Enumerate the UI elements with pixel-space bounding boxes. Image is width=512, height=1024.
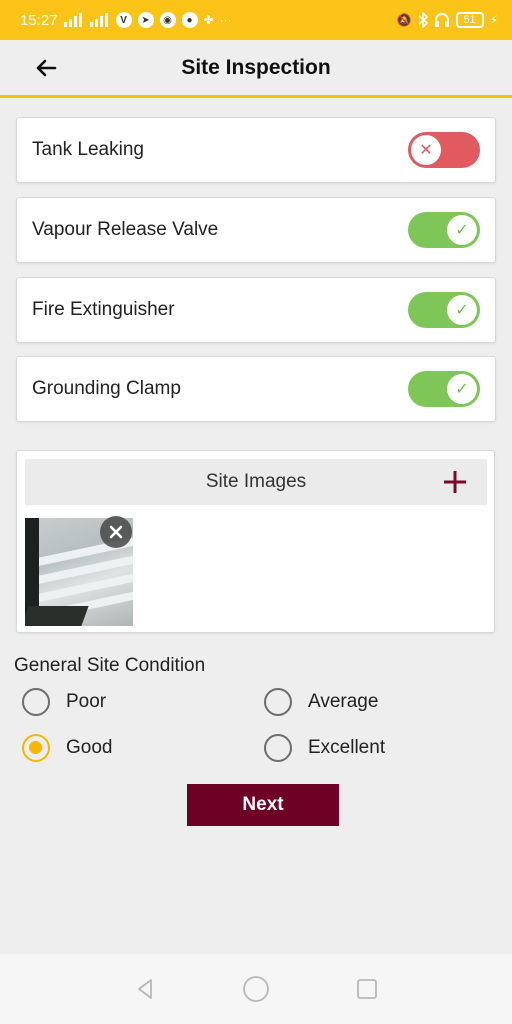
app-header: Site Inspection bbox=[0, 40, 512, 98]
toggle-label: Vapour Release Valve bbox=[32, 219, 219, 240]
battery-icon: 51 bbox=[455, 12, 484, 28]
fire-extinguisher-switch[interactable]: ✓ bbox=[408, 292, 480, 328]
chrome-icon: ● bbox=[181, 12, 198, 28]
grounding-clamp-switch[interactable]: ✓ bbox=[408, 371, 480, 407]
slack-icon: ✤ bbox=[203, 13, 214, 27]
check-icon: ✓ bbox=[447, 374, 477, 404]
status-right: 🔕 51 ⚡ bbox=[397, 12, 498, 28]
radio-label: Poor bbox=[66, 691, 107, 712]
headphones-icon bbox=[434, 12, 450, 28]
system-nav-bar bbox=[0, 954, 512, 1024]
circle-home-icon bbox=[243, 976, 269, 1002]
next-button[interactable]: Next bbox=[187, 784, 339, 826]
page-title: Site Inspection bbox=[181, 55, 331, 79]
status-left: 15:27 V ➤ ◉ ● ✤ ··· bbox=[20, 12, 232, 29]
radio-label: Average bbox=[308, 691, 379, 712]
site-images-title: Site Images bbox=[205, 471, 307, 492]
discord-icon: ◉ bbox=[159, 12, 176, 28]
radio-label: Excellent bbox=[308, 737, 386, 758]
arrow-left-icon bbox=[36, 59, 57, 77]
site-images-header: Site Images bbox=[25, 459, 487, 505]
radio-button[interactable] bbox=[22, 734, 50, 762]
nav-recents-button[interactable] bbox=[347, 969, 387, 1009]
telegram-icon: ➤ bbox=[137, 12, 154, 28]
remove-image-button[interactable] bbox=[100, 516, 132, 548]
toggle-label: Fire Extinguisher bbox=[32, 299, 175, 320]
nav-back-button[interactable] bbox=[125, 969, 165, 1009]
add-image-button[interactable] bbox=[437, 464, 473, 500]
square-recents-icon bbox=[356, 979, 377, 999]
status-time: 15:27 bbox=[20, 11, 58, 29]
back-button[interactable] bbox=[30, 52, 62, 84]
status-bar: 15:27 V ➤ ◉ ● ✤ ··· 🔕 51 ⚡ bbox=[0, 0, 512, 40]
close-icon: ✕ bbox=[411, 135, 441, 165]
toggle-card-grounding-clamp: Grounding Clamp ✓ bbox=[16, 356, 496, 422]
condition-label: General Site Condition bbox=[14, 655, 206, 676]
signal-icon bbox=[89, 13, 110, 27]
toggle-label: Grounding Clamp bbox=[32, 378, 181, 399]
radio-button[interactable] bbox=[22, 688, 50, 716]
radio-option-poor[interactable]: Poor bbox=[22, 688, 106, 716]
toggle-card-fire-extinguisher: Fire Extinguisher ✓ bbox=[16, 277, 496, 343]
site-images-panel: Site Images bbox=[16, 450, 495, 633]
more-icon: ··· bbox=[219, 13, 232, 27]
radio-option-excellent[interactable]: Excellent bbox=[264, 734, 385, 762]
radio-option-good[interactable]: Good bbox=[22, 734, 112, 762]
mute-icon: 🔕 bbox=[396, 13, 412, 27]
triangle-back-icon bbox=[138, 979, 153, 999]
radio-button[interactable] bbox=[264, 688, 292, 716]
charging-icon: ⚡ bbox=[489, 13, 498, 27]
tank-leaking-switch[interactable]: ✕ bbox=[408, 132, 480, 168]
nav-home-button[interactable] bbox=[236, 969, 276, 1009]
radio-option-average[interactable]: Average bbox=[264, 688, 378, 716]
radio-button[interactable] bbox=[264, 734, 292, 762]
signal-icon bbox=[63, 13, 84, 27]
toggle-card-tank-leaking: Tank Leaking ✕ bbox=[16, 117, 496, 183]
viber-icon: V bbox=[115, 12, 132, 28]
bluetooth-icon bbox=[418, 12, 428, 28]
check-icon: ✓ bbox=[447, 215, 477, 245]
close-icon bbox=[109, 525, 123, 539]
radio-label: Good bbox=[66, 737, 113, 758]
toggle-card-vapour-release-valve: Vapour Release Valve ✓ bbox=[16, 197, 496, 263]
plus-icon bbox=[444, 471, 466, 493]
check-icon: ✓ bbox=[447, 295, 477, 325]
vapour-release-valve-switch[interactable]: ✓ bbox=[408, 212, 480, 248]
toggle-label: Tank Leaking bbox=[32, 139, 144, 160]
